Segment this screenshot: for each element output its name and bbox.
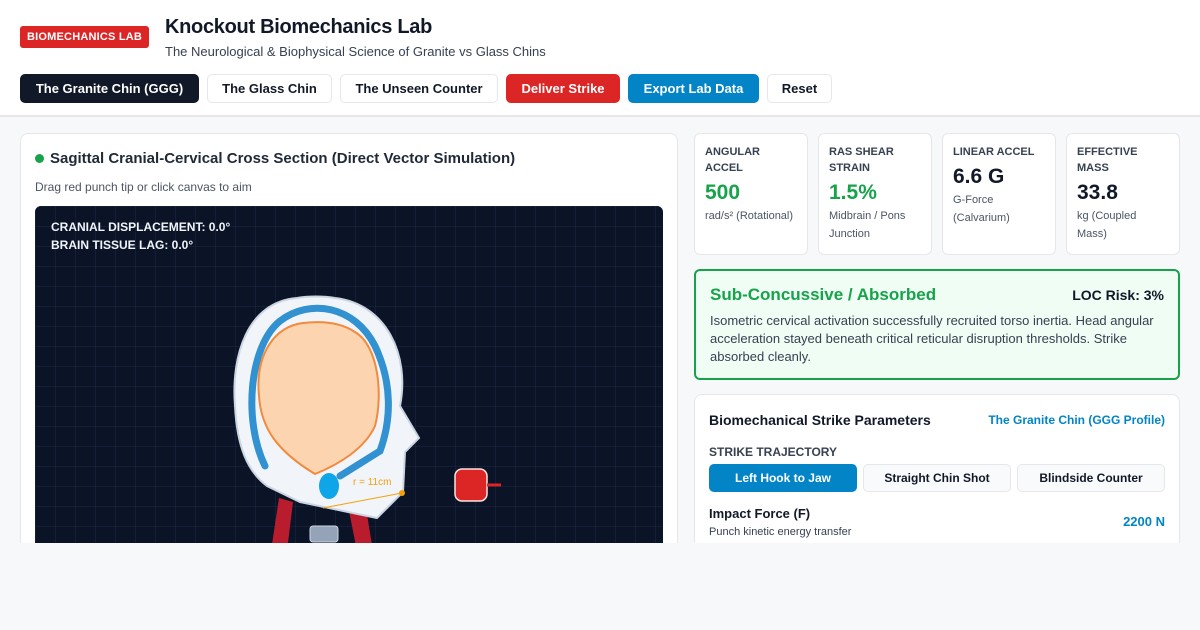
- metric-unit: Midbrain / Pons Junction: [829, 210, 906, 240]
- params-title: Biomechanical Strike Parameters: [709, 412, 931, 428]
- radius-label: r = 11cm: [353, 477, 391, 488]
- metric-unit: rad/s² (Rotational): [705, 210, 794, 222]
- status-dot-icon: [35, 154, 44, 163]
- trajectory-left-hook-button[interactable]: Left Hook to Jaw: [709, 464, 857, 492]
- metric-unit: kg (Coupled Mass): [1077, 210, 1137, 240]
- active-profile-label: The Granite Chin (GGG Profile): [988, 413, 1165, 427]
- simulation-canvas[interactable]: r = 11cm CRANIAL DISPLACEMENT: 0.0° BRAI…: [35, 206, 663, 562]
- brain-tissue-lag-readout: BRAIN TISSUE LAG: 0.0°: [51, 238, 194, 252]
- impact-force-label: Impact Force (F): [709, 506, 811, 521]
- cranial-displacement-readout: CRANIAL DISPLACEMENT: 0.0°: [51, 220, 231, 234]
- unseen-counter-button[interactable]: The Unseen Counter: [340, 74, 498, 103]
- export-lab-data-button[interactable]: Export Lab Data: [628, 74, 759, 103]
- app-subtitle: The Neurological & Biophysical Science o…: [165, 44, 546, 59]
- metric-card-effective-mass: EFFECTIVE MASS 33.8 kg (Coupled Mass): [1066, 133, 1180, 255]
- radius-endpoint-icon: [399, 490, 405, 496]
- simulation-drawing: r = 11cm: [35, 206, 663, 562]
- simulation-panel: Sagittal Cranial-Cervical Cross Section …: [20, 133, 678, 563]
- metric-value: 500: [705, 181, 741, 204]
- metric-value: 1.5%: [829, 181, 877, 204]
- brainstem-pivot-icon: [319, 473, 339, 499]
- impact-force-value: 2200 N: [1123, 514, 1165, 529]
- loc-risk-badge: LOC Risk: 3%: [1072, 287, 1164, 303]
- trajectory-blindside-counter-button[interactable]: Blindside Counter: [1017, 464, 1165, 492]
- metric-label: EFFECTIVE MASS: [1077, 146, 1138, 174]
- metric-card-linear-accel: LINEAR ACCEL 6.6 G G-Force (Calvarium): [942, 133, 1056, 255]
- impact-force-description: Punch kinetic energy transfer: [709, 526, 852, 538]
- outcome-status-card: Sub-Concussive / Absorbed LOC Risk: 3% I…: [694, 269, 1180, 380]
- simulation-hint: Drag red punch tip or click canvas to ai…: [35, 180, 252, 194]
- metric-card-angular-accel: ANGULAR ACCEL 500 rad/s² (Rotational): [694, 133, 808, 255]
- simulation-title: Sagittal Cranial-Cervical Cross Section …: [50, 150, 516, 167]
- app-title: Knockout Biomechanics Lab: [165, 16, 432, 38]
- outcome-description: Isometric cervical activation successful…: [710, 313, 1154, 364]
- metric-value: 6.6 G: [953, 165, 1005, 188]
- brand-badge: BIOMECHANICS LAB: [20, 26, 150, 48]
- metric-label: ANGULAR ACCEL: [705, 146, 760, 174]
- metric-label: RAS SHEAR STRAIN: [829, 146, 894, 174]
- deliver-strike-button[interactable]: Deliver Strike: [506, 74, 620, 103]
- vertebra-icon: [309, 525, 339, 543]
- granite-chin-button[interactable]: The Granite Chin (GGG): [20, 74, 199, 103]
- trajectory-section-label: STRIKE TRAJECTORY: [709, 445, 838, 459]
- trajectory-straight-chin-button[interactable]: Straight Chin Shot: [863, 464, 1011, 492]
- metric-unit: G-Force (Calvarium): [953, 194, 1010, 224]
- glass-chin-button[interactable]: The Glass Chin: [207, 74, 332, 103]
- metric-card-ras-shear-strain: RAS SHEAR STRAIN 1.5% Midbrain / Pons Ju…: [818, 133, 932, 255]
- app-header: BIOMECHANICS LAB Knockout Biomechanics L…: [0, 0, 1200, 117]
- metric-label: LINEAR ACCEL: [953, 146, 1035, 158]
- metric-value: 33.8: [1077, 181, 1118, 204]
- reset-button[interactable]: Reset: [767, 74, 832, 103]
- page-bottom-area: [0, 543, 1200, 630]
